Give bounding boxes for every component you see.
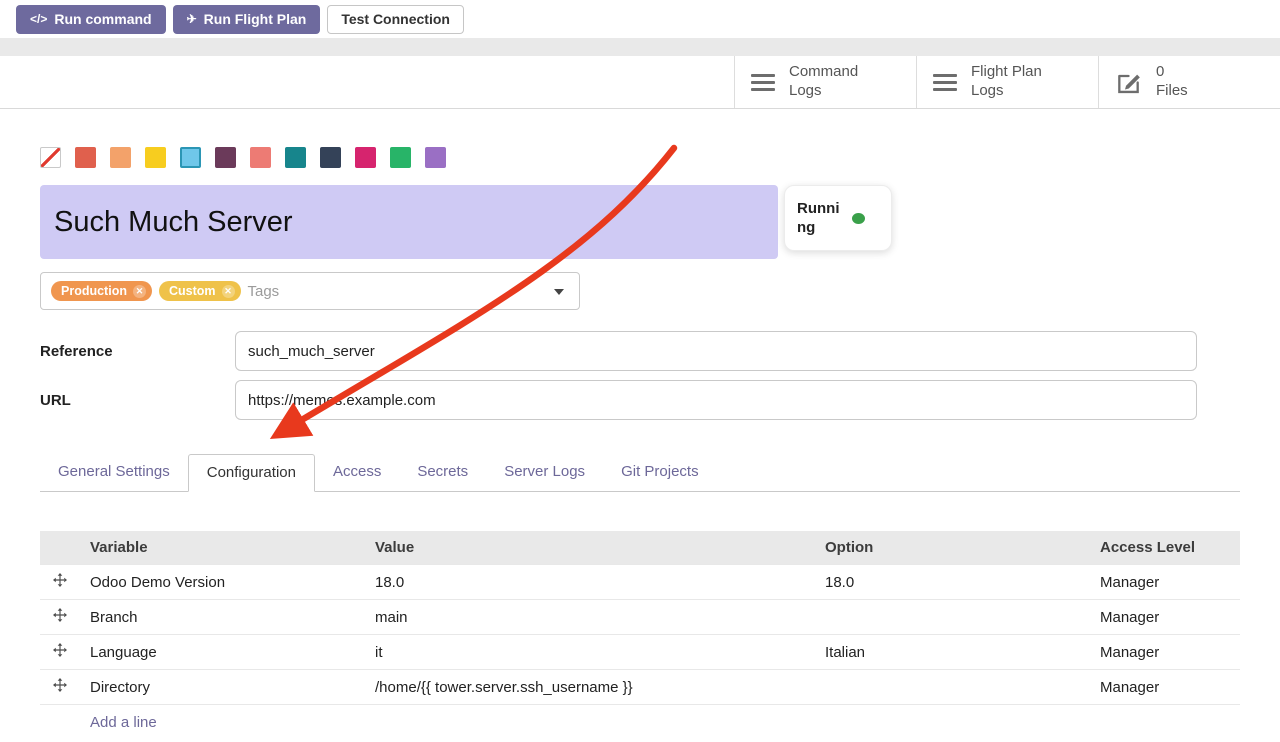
color-swatch-teal[interactable] xyxy=(285,147,306,168)
color-swatch-dark-maroon[interactable] xyxy=(215,147,236,168)
drag-handle-icon[interactable] xyxy=(53,608,67,622)
tag-custom[interactable]: Custom ✕ xyxy=(159,281,241,301)
page: </> Run command ✈ Run Flight Plan Test C… xyxy=(0,0,1280,742)
status-card: Running xyxy=(784,185,892,251)
table-row: Odoo Demo Version 18.0 18.0 Manager xyxy=(40,565,1240,600)
reference-label: Reference xyxy=(40,343,235,360)
color-swatch-red[interactable] xyxy=(75,147,96,168)
color-swatch-yellow[interactable] xyxy=(145,147,166,168)
cell-variable[interactable]: Directory xyxy=(80,670,365,705)
reference-field-row: Reference xyxy=(40,331,1240,371)
cell-variable[interactable]: Language xyxy=(80,635,365,670)
table-row: Directory /home/{{ tower.server.ssh_user… xyxy=(40,670,1240,705)
color-swatch-magenta[interactable] xyxy=(355,147,376,168)
access-level-column-header: Access Level xyxy=(1090,531,1240,565)
tags-placeholder: Tags xyxy=(248,283,280,300)
color-swatch-no-color[interactable] xyxy=(40,147,61,168)
status-text: Running xyxy=(797,199,844,238)
tab-access[interactable]: Access xyxy=(315,454,399,491)
remove-tag-icon[interactable]: ✕ xyxy=(133,285,146,298)
configuration-table: Variable Value Option Access Level Odoo … xyxy=(40,531,1240,705)
title-row: Such Much Server Running xyxy=(40,185,1240,259)
table-header-row: Variable Value Option Access Level xyxy=(40,531,1240,565)
cell-access-level[interactable]: Manager xyxy=(1090,670,1240,705)
server-name-input[interactable]: Such Much Server xyxy=(40,185,778,259)
dropdown-caret-icon[interactable] xyxy=(554,289,564,295)
color-swatch-salmon[interactable] xyxy=(250,147,271,168)
test-connection-label: Test Connection xyxy=(341,11,450,27)
list-icon xyxy=(751,74,775,91)
cell-access-level[interactable]: Manager xyxy=(1090,600,1240,635)
handle-column-header xyxy=(40,531,80,565)
color-swatch-cyan-selected[interactable] xyxy=(180,147,201,168)
add-line-link[interactable]: Add a line xyxy=(40,705,1240,742)
run-command-label: Run command xyxy=(54,11,151,27)
files-label: Files xyxy=(1156,82,1188,101)
table-row: Branch main Manager xyxy=(40,600,1240,635)
tab-secrets[interactable]: Secrets xyxy=(399,454,486,491)
top-toolbar: </> Run command ✈ Run Flight Plan Test C… xyxy=(0,0,1280,38)
remove-tag-icon[interactable]: ✕ xyxy=(222,285,235,298)
run-flight-plan-label: Run Flight Plan xyxy=(204,11,307,27)
cell-value[interactable]: 18.0 xyxy=(365,565,815,600)
cell-value[interactable]: /home/{{ tower.server.ssh_username }} xyxy=(365,670,815,705)
code-icon: </> xyxy=(30,12,47,26)
cell-option[interactable]: Italian xyxy=(815,635,1090,670)
plane-icon: ✈ xyxy=(187,12,197,26)
url-field-row: URL xyxy=(40,380,1240,420)
cell-value[interactable]: it xyxy=(365,635,815,670)
cell-option[interactable]: 18.0 xyxy=(815,565,1090,600)
url-label: URL xyxy=(40,392,235,409)
tab-server-logs[interactable]: Server Logs xyxy=(486,454,603,491)
drag-handle-icon[interactable] xyxy=(53,678,67,692)
value-column-header: Value xyxy=(365,531,815,565)
tab-git-projects[interactable]: Git Projects xyxy=(603,454,717,491)
edit-icon xyxy=(1115,69,1142,96)
tag-production[interactable]: Production ✕ xyxy=(51,281,152,301)
command-logs-label: Command Logs xyxy=(789,63,875,101)
color-swatch-orange[interactable] xyxy=(110,147,131,168)
cell-option[interactable] xyxy=(815,600,1090,635)
cell-variable[interactable]: Branch xyxy=(80,600,365,635)
list-icon xyxy=(933,74,957,91)
color-swatch-green[interactable] xyxy=(390,147,411,168)
tag-custom-label: Custom xyxy=(169,284,216,298)
variable-column-header: Variable xyxy=(80,531,365,565)
header-stat-row: Command Logs Flight Plan Logs 0 Files xyxy=(0,56,1280,109)
files-count: 0 xyxy=(1156,63,1188,82)
cell-option[interactable] xyxy=(815,670,1090,705)
color-swatch-navy[interactable] xyxy=(320,147,341,168)
reference-input[interactable] xyxy=(235,331,1197,371)
main-content: Such Much Server Running Production ✕ Cu… xyxy=(0,147,1280,742)
flight-plan-logs-label: Flight Plan Logs xyxy=(971,63,1057,101)
color-swatch-purple[interactable] xyxy=(425,147,446,168)
drag-handle-icon[interactable] xyxy=(53,643,67,657)
command-logs-button[interactable]: Command Logs xyxy=(734,56,916,108)
cell-value[interactable]: main xyxy=(365,600,815,635)
cell-access-level[interactable]: Manager xyxy=(1090,565,1240,600)
drag-handle-icon[interactable] xyxy=(53,573,67,587)
run-flight-plan-button[interactable]: ✈ Run Flight Plan xyxy=(173,5,321,34)
run-command-button[interactable]: </> Run command xyxy=(16,5,166,34)
tag-production-label: Production xyxy=(61,284,127,298)
tab-configuration[interactable]: Configuration xyxy=(188,454,315,492)
test-connection-button[interactable]: Test Connection xyxy=(327,5,464,34)
cell-access-level[interactable]: Manager xyxy=(1090,635,1240,670)
tags-input[interactable]: Production ✕ Custom ✕ Tags xyxy=(40,272,580,310)
color-swatch-row xyxy=(40,147,1240,168)
separator-band xyxy=(0,38,1280,56)
tab-bar: General Settings Configuration Access Se… xyxy=(40,454,1240,492)
status-dot-icon xyxy=(852,213,865,224)
url-input[interactable] xyxy=(235,380,1197,420)
table-row: Language it Italian Manager xyxy=(40,635,1240,670)
tab-general-settings[interactable]: General Settings xyxy=(40,454,188,491)
flight-plan-logs-button[interactable]: Flight Plan Logs xyxy=(916,56,1098,108)
option-column-header: Option xyxy=(815,531,1090,565)
files-button[interactable]: 0 Files xyxy=(1098,56,1280,108)
cell-variable[interactable]: Odoo Demo Version xyxy=(80,565,365,600)
